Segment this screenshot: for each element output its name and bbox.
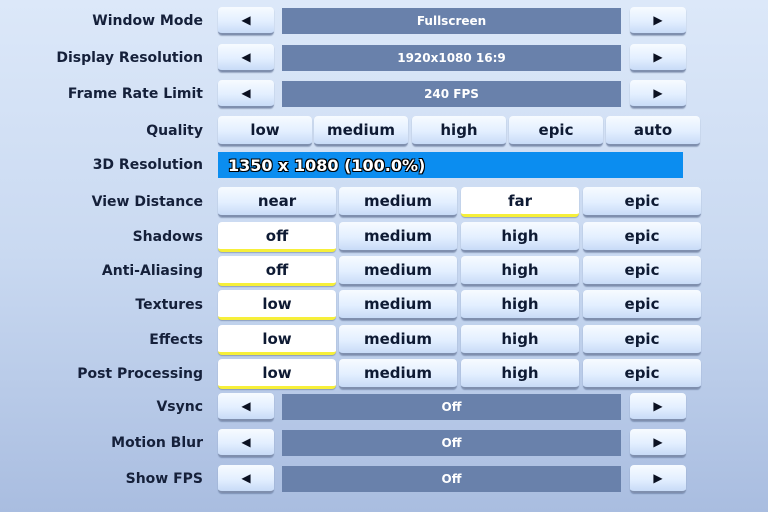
anti-aliasing-label: Anti-Aliasing: [101, 263, 203, 279]
vsync-right-arrow-icon[interactable]: ▶: [630, 393, 686, 421]
window-mode-left-arrow-icon[interactable]: ◀: [218, 7, 274, 35]
effects-label: Effects: [149, 332, 203, 348]
resolution-3d-label: 3D Resolution: [92, 157, 203, 173]
display-resolution-label: Display Resolution: [56, 50, 203, 66]
quality-option-epic[interactable]: epic: [509, 116, 603, 146]
frame-rate-limit-left-arrow-icon[interactable]: ◀: [218, 80, 274, 108]
show-fps-right-arrow-icon[interactable]: ▶: [630, 465, 686, 493]
display-resolution-right-arrow-icon[interactable]: ▶: [630, 44, 686, 72]
window-mode-value: Fullscreen: [282, 8, 621, 34]
view-distance-label: View Distance: [91, 194, 203, 210]
motion-blur-right-arrow-icon[interactable]: ▶: [630, 429, 686, 457]
vsync-left-arrow-icon[interactable]: ◀: [218, 393, 274, 421]
frame-rate-limit-label: Frame Rate Limit: [67, 86, 203, 102]
effects-option-low[interactable]: low: [218, 325, 336, 355]
shadows-option-high[interactable]: high: [461, 222, 579, 252]
window-mode-right-arrow-icon[interactable]: ▶: [630, 7, 686, 35]
quality-option-high[interactable]: high: [412, 116, 506, 146]
shadows-option-medium[interactable]: medium: [339, 222, 457, 252]
quality-label: Quality: [146, 123, 203, 139]
textures-option-epic[interactable]: epic: [583, 290, 701, 320]
frame-rate-limit-value: 240 FPS: [282, 81, 621, 107]
anti-aliasing-option-medium[interactable]: medium: [339, 256, 457, 286]
post-processing-option-epic[interactable]: epic: [583, 359, 701, 389]
effects-option-epic[interactable]: epic: [583, 325, 701, 355]
shadows-label: Shadows: [132, 229, 203, 245]
motion-blur-left-arrow-icon[interactable]: ◀: [218, 429, 274, 457]
quality-option-low[interactable]: low: [218, 116, 312, 146]
anti-aliasing-option-epic[interactable]: epic: [583, 256, 701, 286]
post-processing-option-high[interactable]: high: [461, 359, 579, 389]
effects-option-high[interactable]: high: [461, 325, 579, 355]
post-processing-label: Post Processing: [77, 366, 203, 382]
shadows-option-off[interactable]: off: [218, 222, 336, 252]
motion-blur-value: Off: [282, 430, 621, 456]
post-processing-option-low[interactable]: low: [218, 359, 336, 389]
motion-blur-label: Motion Blur: [111, 435, 203, 451]
shadows-option-epic[interactable]: epic: [583, 222, 701, 252]
vsync-value: Off: [282, 394, 621, 420]
show-fps-label: Show FPS: [125, 471, 203, 487]
effects-option-medium[interactable]: medium: [339, 325, 457, 355]
display-resolution-left-arrow-icon[interactable]: ◀: [218, 44, 274, 72]
textures-option-low[interactable]: low: [218, 290, 336, 320]
vsync-label: Vsync: [156, 399, 203, 415]
quality-option-medium[interactable]: medium: [314, 116, 408, 146]
textures-option-high[interactable]: high: [461, 290, 579, 320]
view-distance-option-medium[interactable]: medium: [339, 187, 457, 217]
window-mode-label: Window Mode: [92, 13, 203, 29]
frame-rate-limit-right-arrow-icon[interactable]: ▶: [630, 80, 686, 108]
show-fps-left-arrow-icon[interactable]: ◀: [218, 465, 274, 493]
show-fps-value: Off: [282, 466, 621, 492]
textures-label: Textures: [135, 297, 203, 313]
view-distance-option-epic[interactable]: epic: [583, 187, 701, 217]
display-resolution-value: 1920x1080 16:9: [282, 45, 621, 71]
view-distance-option-near[interactable]: near: [218, 187, 336, 217]
view-distance-option-far[interactable]: far: [461, 187, 579, 217]
anti-aliasing-option-high[interactable]: high: [461, 256, 579, 286]
resolution-3d-slider[interactable]: 1350 x 1080 (100.0%): [218, 152, 683, 178]
textures-option-medium[interactable]: medium: [339, 290, 457, 320]
anti-aliasing-option-off[interactable]: off: [218, 256, 336, 286]
quality-option-auto[interactable]: auto: [606, 116, 700, 146]
post-processing-option-medium[interactable]: medium: [339, 359, 457, 389]
